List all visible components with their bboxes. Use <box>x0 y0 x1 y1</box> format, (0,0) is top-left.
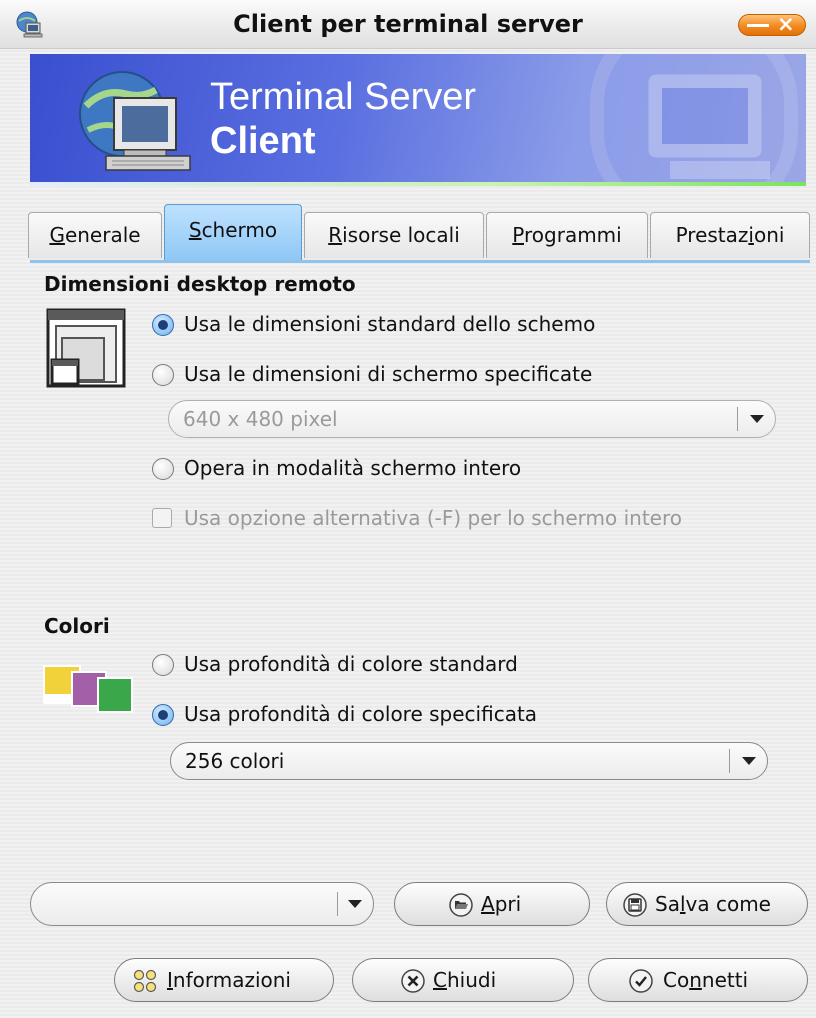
banner-underline <box>30 182 806 186</box>
tab-prestazioni[interactable]: Prestazioni <box>650 212 810 258</box>
color-depth-select[interactable]: 256 colori <box>170 742 768 780</box>
save-disk-icon <box>623 893 647 917</box>
radio-specified-size[interactable] <box>152 364 174 386</box>
window-title: Client per terminal server <box>233 10 583 38</box>
screen-size-icon <box>46 308 126 388</box>
tab-bar: Generale Schermo Risorse locali Programm… <box>28 204 810 260</box>
color-depth-icon <box>43 665 133 713</box>
close-button[interactable]: Chiudi <box>352 958 574 1002</box>
info-stars-icon <box>133 969 157 993</box>
checkmark-icon <box>629 969 653 993</box>
minimize-bar <box>747 24 769 27</box>
standard-depth-label[interactable]: Usa profondità di colore standard <box>184 652 518 676</box>
banner-title: Terminal Server <box>210 76 477 118</box>
radio-standard-size[interactable] <box>152 314 174 336</box>
radio-standard-depth[interactable] <box>152 654 174 676</box>
info-button[interactable]: Informazioni <box>114 958 334 1002</box>
title-bar[interactable]: Client per terminal server × <box>0 0 816 49</box>
tab-panel-border <box>30 260 810 263</box>
colors-heading: Colori <box>44 614 110 638</box>
save-as-button[interactable]: Salva come <box>606 882 808 926</box>
alt-fullscreen-label[interactable]: Usa opzione alternativa (-F) per lo sche… <box>184 506 682 530</box>
connect-button[interactable]: Connetti <box>588 958 808 1002</box>
session-select[interactable] <box>30 882 374 926</box>
cancel-x-icon <box>401 969 425 993</box>
banner-subtitle: Client <box>210 120 316 162</box>
color-depth-value: 256 colori <box>185 749 285 773</box>
chevron-down-icon[interactable] <box>739 751 759 771</box>
banner-monitor-watermark <box>648 74 770 179</box>
chevron-down-icon[interactable] <box>345 894 365 914</box>
fullscreen-label[interactable]: Opera in modalità schermo intero <box>184 456 521 480</box>
tab-programmi[interactable]: Programmi <box>486 212 648 258</box>
chevron-down-icon[interactable] <box>747 409 767 429</box>
open-button[interactable]: Apri <box>394 882 590 926</box>
terminal-server-icon <box>79 71 191 171</box>
specified-size-label[interactable]: Usa le dimensioni di schermo specificate <box>184 362 592 386</box>
open-folder-icon <box>449 893 473 917</box>
header-banner: Terminal Server Client <box>30 54 806 186</box>
tab-risorse-locali[interactable]: Risorse locali <box>304 212 484 258</box>
close-icon[interactable]: × <box>738 12 806 36</box>
dialog-window: Client per terminal server × Terminal Se… <box>0 0 816 1018</box>
tab-schermo[interactable]: Schermo <box>164 204 302 260</box>
alt-fullscreen-checkbox[interactable] <box>152 508 172 528</box>
screen-size-select[interactable]: 640 x 480 pixel <box>168 400 776 438</box>
desktop-size-heading: Dimensioni desktop remoto <box>44 272 356 296</box>
radio-specified-depth[interactable] <box>152 704 174 726</box>
standard-size-label[interactable]: Usa le dimensioni standard dello schemo <box>184 312 595 336</box>
radio-fullscreen[interactable] <box>152 458 174 480</box>
tab-generale[interactable]: Generale <box>28 212 162 258</box>
specified-depth-label[interactable]: Usa profondità di colore specificata <box>184 702 537 726</box>
screen-size-value: 640 x 480 pixel <box>183 407 338 431</box>
